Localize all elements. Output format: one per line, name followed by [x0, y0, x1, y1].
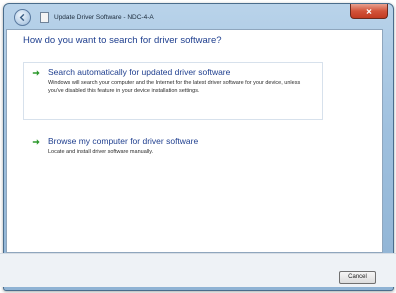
back-arrow-icon — [19, 13, 25, 22]
page-heading: How do you want to search for driver sof… — [23, 35, 222, 46]
cancel-button[interactable]: Cancel — [339, 271, 376, 284]
title-area: Update Driver Software - NDC-4-A — [40, 10, 154, 24]
driver-icon — [40, 11, 49, 23]
option-browse-computer[interactable]: Browse my computer for driver software L… — [23, 131, 323, 163]
title-bar: Update Driver Software - NDC-4-A — [4, 4, 393, 28]
dialog-footer — [0, 253, 396, 287]
option-description: Windows will search your computer and th… — [48, 80, 301, 94]
green-arrow-icon — [32, 70, 40, 76]
option-description: Locate and install driver software manua… — [48, 149, 154, 155]
green-arrow-icon — [32, 139, 40, 145]
option-title: Browse my computer for driver software — [48, 136, 199, 146]
back-button[interactable] — [14, 9, 31, 26]
option-search-automatically[interactable]: Search automatically for updated driver … — [23, 62, 323, 120]
close-button[interactable] — [350, 4, 388, 19]
window-title: Update Driver Software - NDC-4-A — [54, 13, 154, 21]
option-title: Search automatically for updated driver … — [48, 67, 231, 77]
close-icon — [366, 8, 372, 14]
